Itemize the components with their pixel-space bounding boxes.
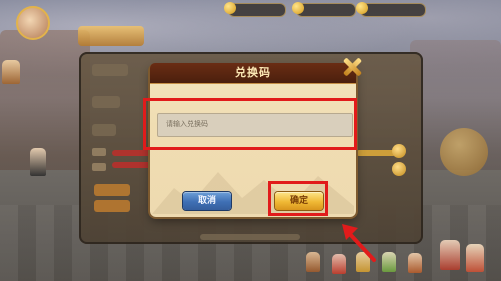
resource-bar-2: [296, 3, 356, 17]
resource-bar-1: [228, 3, 286, 17]
character-sprite: [356, 252, 370, 272]
game-scene: 兑换码 取消 确定: [0, 0, 501, 281]
character-sprite: [332, 254, 346, 274]
settings-label: [92, 148, 106, 156]
game-logo-banner: [78, 26, 144, 46]
slider-knob[interactable]: [392, 162, 406, 176]
settings-footer-text: [200, 234, 300, 240]
settings-row: [92, 124, 116, 136]
character-sprite: [30, 148, 46, 176]
player-avatar[interactable]: [16, 6, 50, 40]
character-sprite: [408, 253, 422, 273]
settings-button[interactable]: [94, 184, 130, 196]
resource-bar-3: [360, 3, 426, 17]
confirm-button[interactable]: 确定: [275, 192, 323, 210]
settings-label: [92, 163, 106, 171]
slider-knob[interactable]: [392, 144, 406, 158]
character-sprite: [440, 240, 460, 270]
redeem-code-input-wrapper: [157, 113, 353, 137]
settings-row: [92, 96, 120, 108]
character-sprite: [306, 252, 320, 272]
settings-row: [92, 64, 128, 76]
resource-2-icon: [292, 2, 304, 14]
dialog-title: 兑换码: [235, 66, 271, 79]
close-icon[interactable]: [340, 56, 364, 78]
resource-3-icon: [356, 2, 368, 14]
character-sprite: [2, 60, 20, 84]
resource-1-icon: [224, 2, 236, 14]
character-sprite: [466, 244, 484, 272]
character-sprite: [382, 252, 396, 272]
volume-slider[interactable]: [356, 150, 396, 156]
settings-button[interactable]: [94, 200, 130, 212]
cancel-button[interactable]: 取消: [183, 192, 231, 210]
background-dome: [440, 128, 488, 176]
redeem-code-input[interactable]: [158, 114, 352, 134]
